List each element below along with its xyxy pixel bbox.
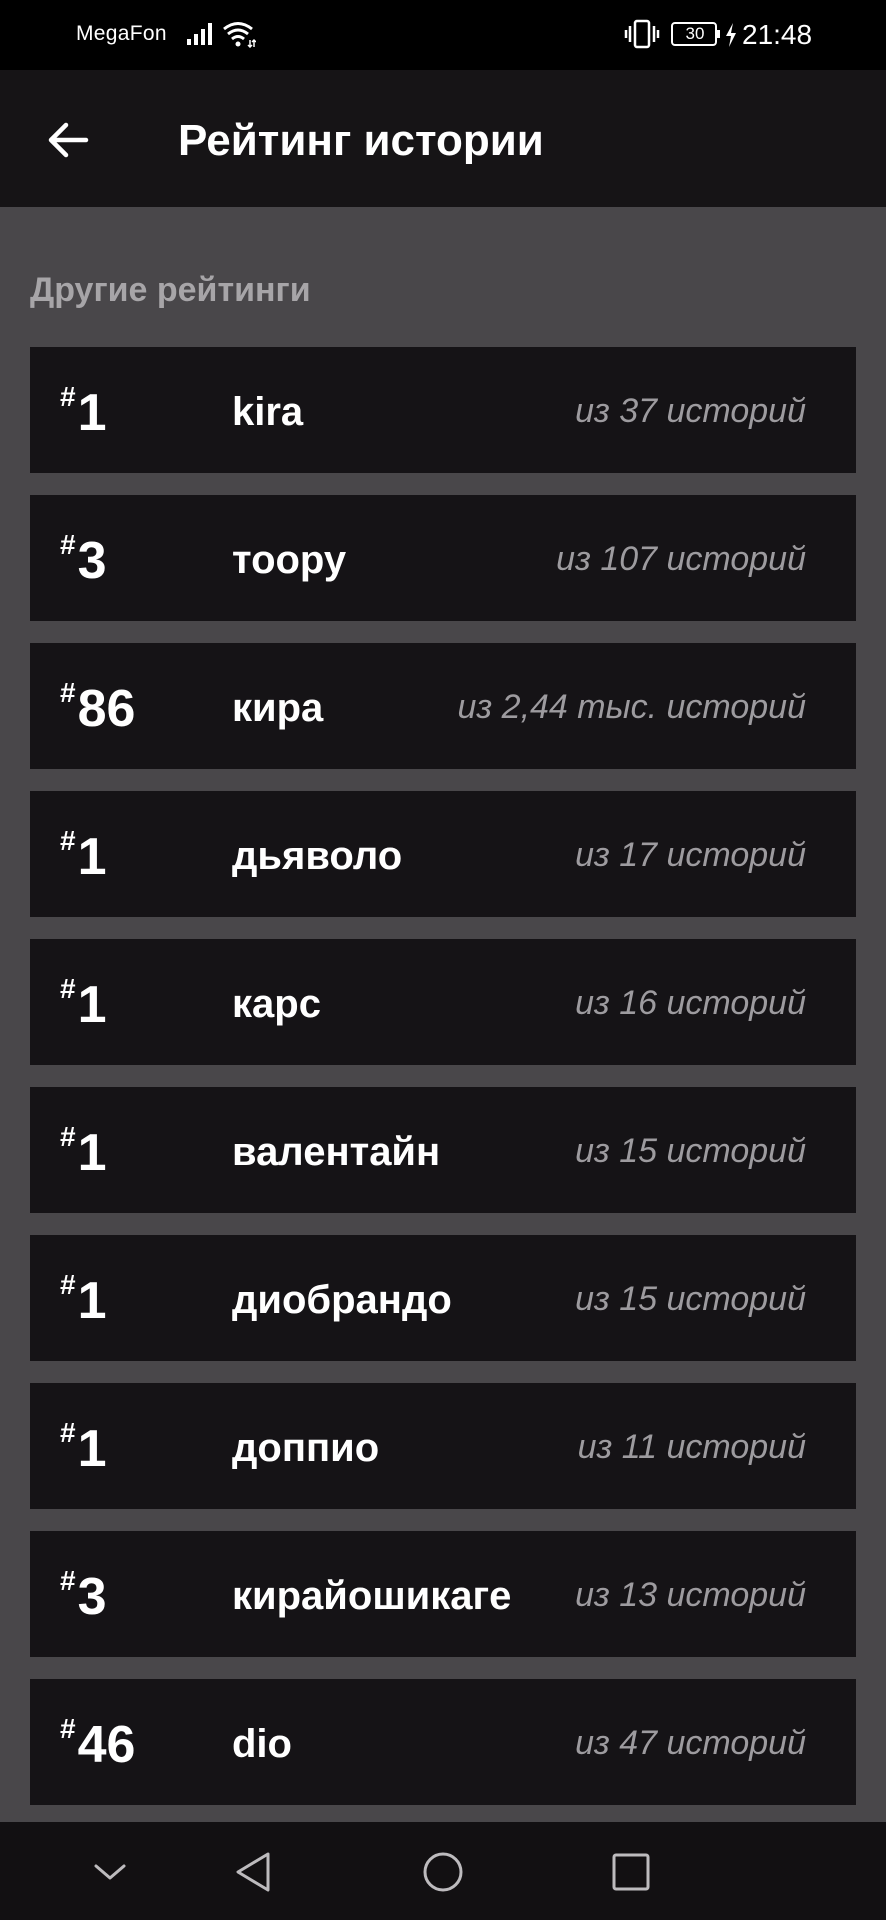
rank-hash: # <box>60 1565 76 1596</box>
rank-hash: # <box>60 529 76 560</box>
signal-icon <box>187 23 212 45</box>
vibrate-icon <box>624 19 660 49</box>
nav-recents-button[interactable] <box>607 1848 655 1896</box>
chevron-down-icon <box>94 1864 126 1880</box>
section-title: Другие рейтинги <box>30 271 311 309</box>
nav-home-button[interactable] <box>419 1848 467 1896</box>
lightning-icon <box>726 23 736 47</box>
rank: #3 <box>60 529 107 590</box>
rating-count: из 11 историй <box>577 1428 806 1466</box>
circle-home-icon <box>423 1852 463 1892</box>
rating-row[interactable]: #46 dio из 47 историй <box>30 1679 856 1805</box>
rank-hash: # <box>60 1269 76 1300</box>
rating-name: кира <box>232 686 324 730</box>
rank-number: 1 <box>77 1272 107 1330</box>
clock: 21:48 <box>742 19 813 50</box>
rank: #1 <box>60 1121 107 1182</box>
rank-hash: # <box>60 1121 76 1152</box>
battery-level: 30 <box>685 24 705 43</box>
page-title: Рейтинг истории <box>178 116 544 165</box>
rank-hash: # <box>60 825 76 856</box>
rank-number: 3 <box>77 532 107 590</box>
rating-name: дьяволо <box>232 834 403 878</box>
system-nav-bar <box>0 1822 886 1920</box>
square-recents-icon <box>612 1853 650 1891</box>
rank: #1 <box>60 381 107 442</box>
rating-count: из 37 историй <box>575 392 806 430</box>
rating-row[interactable]: #86 кира из 2,44 тыс. историй <box>30 643 856 769</box>
rating-row[interactable]: #1 kira из 37 историй <box>30 347 856 473</box>
rating-name: dio <box>232 1722 292 1766</box>
rank-number: 1 <box>77 384 107 442</box>
carrier-name: MegaFon <box>76 22 167 45</box>
rating-row[interactable]: #1 дьяволо из 17 историй <box>30 791 856 917</box>
rating-count: из 15 историй <box>575 1132 806 1170</box>
rank-hash: # <box>60 973 76 1004</box>
rating-name: кирайошикаге <box>232 1574 512 1618</box>
rank: #1 <box>60 1417 107 1478</box>
nav-back-button[interactable] <box>229 1848 277 1896</box>
rank: #46 <box>60 1713 136 1774</box>
rank-hash: # <box>60 677 76 708</box>
rating-row[interactable]: #3 тоору из 107 историй <box>30 495 856 621</box>
rating-name: kira <box>232 390 304 434</box>
rank-number: 46 <box>77 1716 136 1774</box>
rank-hash: # <box>60 381 76 412</box>
rank: #1 <box>60 1269 107 1330</box>
rating-name: доппио <box>232 1426 380 1470</box>
content-area[interactable]: Другие рейтинги #1 kira из 37 историй #3… <box>0 207 886 1822</box>
back-button[interactable] <box>36 112 100 168</box>
wifi-icon <box>223 22 256 48</box>
rank: #3 <box>60 1565 107 1626</box>
rating-name: тоору <box>232 538 347 582</box>
triangle-back-icon <box>236 1852 270 1892</box>
status-bar: MegaFon 30 21:48 <box>0 0 886 70</box>
rank-number: 3 <box>77 1568 107 1626</box>
rank-number: 1 <box>77 1420 107 1478</box>
rank-number: 1 <box>77 1124 107 1182</box>
nav-collapse-button[interactable] <box>86 1848 134 1896</box>
rating-count: из 2,44 тыс. историй <box>457 688 807 726</box>
rating-count: из 47 историй <box>575 1724 806 1762</box>
rank: #1 <box>60 973 107 1034</box>
rank: #86 <box>60 677 136 738</box>
rating-count: из 107 историй <box>556 540 806 578</box>
arrow-left-icon <box>48 122 89 158</box>
app-bar: Рейтинг истории <box>0 70 886 207</box>
rating-row[interactable]: #1 диобрандо из 15 историй <box>30 1235 856 1361</box>
rank: #1 <box>60 825 107 886</box>
rating-count: из 13 историй <box>575 1576 806 1614</box>
rating-name: карс <box>232 982 321 1026</box>
rating-name: диобрандо <box>232 1278 452 1322</box>
ratings-list: #1 kira из 37 историй #3 тоору из 107 ис… <box>30 347 856 1822</box>
rating-count: из 16 историй <box>575 984 806 1022</box>
rating-row[interactable]: #1 доппио из 11 историй <box>30 1383 856 1509</box>
rank-hash: # <box>60 1417 76 1448</box>
rating-row[interactable]: #1 карс из 16 историй <box>30 939 856 1065</box>
rating-name: валентайн <box>232 1130 441 1174</box>
rank-number: 1 <box>77 976 107 1034</box>
rating-row[interactable]: #3 кирайошикаге из 13 историй <box>30 1531 856 1657</box>
rank-number: 86 <box>77 680 136 738</box>
rating-count: из 15 историй <box>575 1280 806 1318</box>
rating-count: из 17 историй <box>575 836 806 874</box>
rank-number: 1 <box>77 828 107 886</box>
rank-hash: # <box>60 1713 76 1744</box>
rating-row[interactable]: #1 валентайн из 15 историй <box>30 1087 856 1213</box>
